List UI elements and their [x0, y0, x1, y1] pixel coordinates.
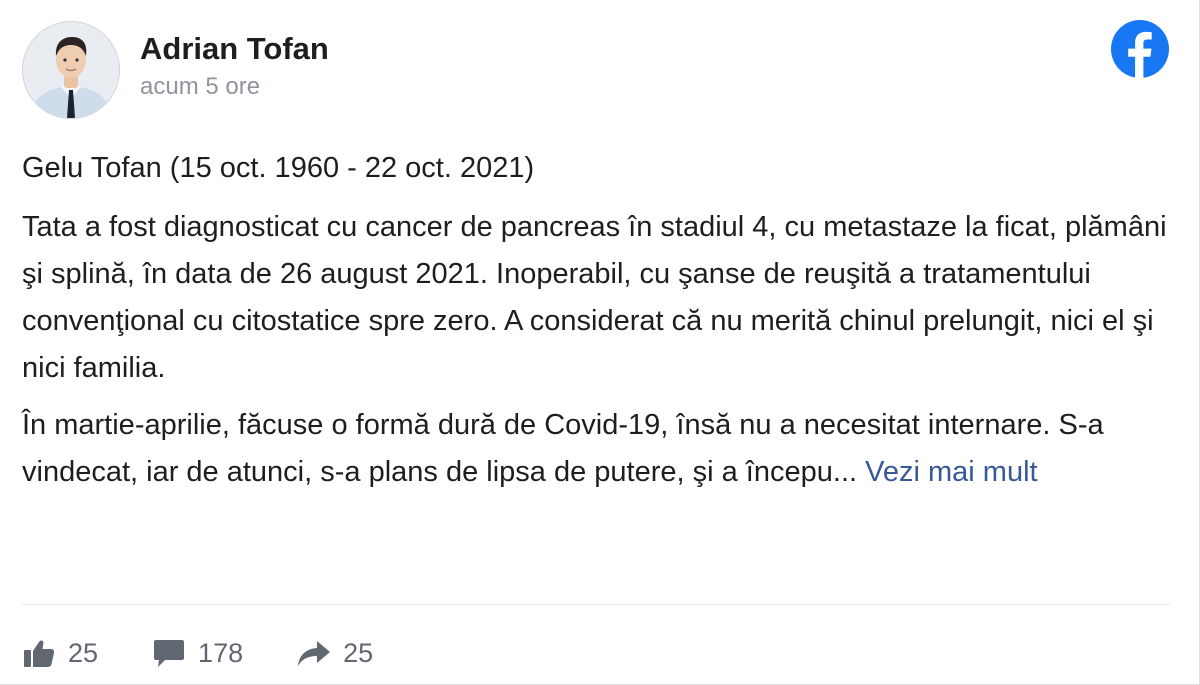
like-button[interactable]: 25 [22, 636, 98, 670]
facebook-post-card: Adrian Tofan acum 5 ore Gelu Tofan (15 o… [0, 0, 1200, 685]
see-more-link[interactable]: Vezi mai mult [865, 456, 1037, 488]
author-avatar[interactable] [22, 21, 120, 119]
facebook-logo-icon[interactable] [1111, 20, 1169, 78]
profile-photo-icon [23, 22, 119, 118]
post-actions-bar: 25 178 25 [22, 630, 427, 676]
share-button[interactable]: 25 [297, 636, 373, 670]
post-title-line: Gelu Tofan (15 oct. 1960 - 22 oct. 2021) [22, 152, 535, 184]
post-body: Gelu Tofan (15 oct. 1960 - 22 oct. 2021)… [22, 146, 1172, 506]
post-paragraph-2: În martie-aprilie, făcuse o formă dură d… [22, 402, 1172, 496]
author-name-link[interactable]: Adrian Tofan [140, 31, 329, 67]
post-header: Adrian Tofan acum 5 ore [22, 20, 329, 120]
comment-count: 178 [198, 638, 244, 668]
author-info: Adrian Tofan acum 5 ore [140, 31, 329, 103]
comment-bubble-icon [152, 636, 186, 670]
share-count: 25 [343, 638, 374, 668]
like-count: 25 [68, 638, 99, 668]
comment-button[interactable]: 178 [152, 636, 243, 670]
thumbs-up-icon [22, 636, 56, 670]
share-arrow-icon [297, 636, 331, 670]
actions-divider [22, 604, 1170, 605]
post-timestamp-link[interactable]: acum 5 ore [140, 71, 329, 103]
post-paragraph-1: Tata a fost diagnosticat cu cancer de pa… [22, 211, 1167, 384]
